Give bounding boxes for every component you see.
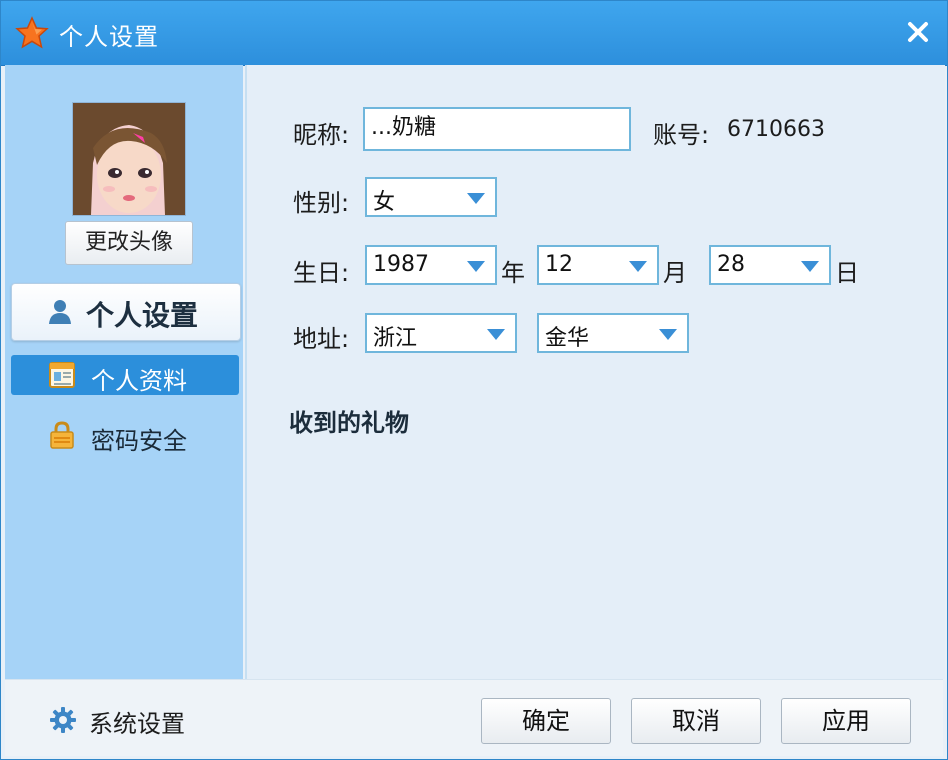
system-settings-label: 系统设置 [89,710,185,738]
birth-day-value: 28 [717,252,745,277]
profile-card-icon [49,362,75,388]
chevron-down-icon [801,261,819,272]
chevron-down-icon [467,261,485,272]
city-value: 金华 [545,326,590,351]
cancel-button[interactable]: 取消 [631,698,761,744]
day-unit: 日 [835,259,859,287]
gear-icon [50,707,76,733]
nickname-input[interactable]: ...奶糖 [363,107,631,151]
birthday-label: 生日: [293,259,350,287]
change-avatar-button[interactable]: 更改头像 [65,221,193,265]
gender-select[interactable]: 女 [365,177,497,217]
birth-year-value: 1987 [373,252,429,277]
lock-icon [50,421,74,449]
chevron-down-icon [659,329,677,340]
birth-year-select[interactable]: 1987 [365,245,497,285]
nav-header-label: 个人设置 [86,299,199,332]
profile-panel: 昵称: ...奶糖 账号: 6710663 性别: 女 生日: 1987 年 1… [245,65,945,679]
birth-day-select[interactable]: 28 [709,245,831,285]
sidebar-item-security[interactable]: 密码安全 [11,415,239,455]
chevron-down-icon [629,261,647,272]
settings-window: 个人设置 更改头像 个人设置 个人资料 密码安全 昵称: ...奶糖 账号: 6… [0,0,948,760]
avatar-image [73,103,185,215]
user-icon [49,300,71,324]
footer-bar: 系统设置 确定 取消 应用 [5,679,943,756]
ok-button[interactable]: 确定 [481,698,611,744]
window-title: 个人设置 [59,23,159,51]
province-select[interactable]: 浙江 [365,313,517,353]
sidebar-item-profile[interactable]: 个人资料 [11,355,239,395]
nickname-label: 昵称: [293,121,350,149]
city-select[interactable]: 金华 [537,313,689,353]
birth-month-value: 12 [545,252,573,277]
province-value: 浙江 [373,326,418,351]
chevron-down-icon [467,193,485,204]
month-unit: 月 [663,259,687,287]
nav-personal-settings[interactable]: 个人设置 [11,283,241,341]
gender-value: 女 [373,190,396,215]
birth-month-select[interactable]: 12 [537,245,659,285]
address-label: 地址: [293,325,350,353]
account-value: 6710663 [727,117,825,142]
sidebar-item-label: 个人资料 [91,367,187,395]
account-label: 账号: [653,121,710,149]
gifts-section-title: 收到的礼物 [289,409,409,437]
apply-button[interactable]: 应用 [781,698,911,744]
star-icon [15,16,49,49]
year-unit: 年 [501,259,525,287]
avatar [72,102,186,216]
close-icon[interactable] [903,17,933,47]
gender-label: 性别: [293,189,350,217]
title-bar[interactable]: 个人设置 [1,1,947,66]
chevron-down-icon [487,329,505,340]
sidebar-item-label: 密码安全 [91,427,187,455]
sidebar: 更改头像 个人设置 个人资料 密码安全 [5,65,243,679]
